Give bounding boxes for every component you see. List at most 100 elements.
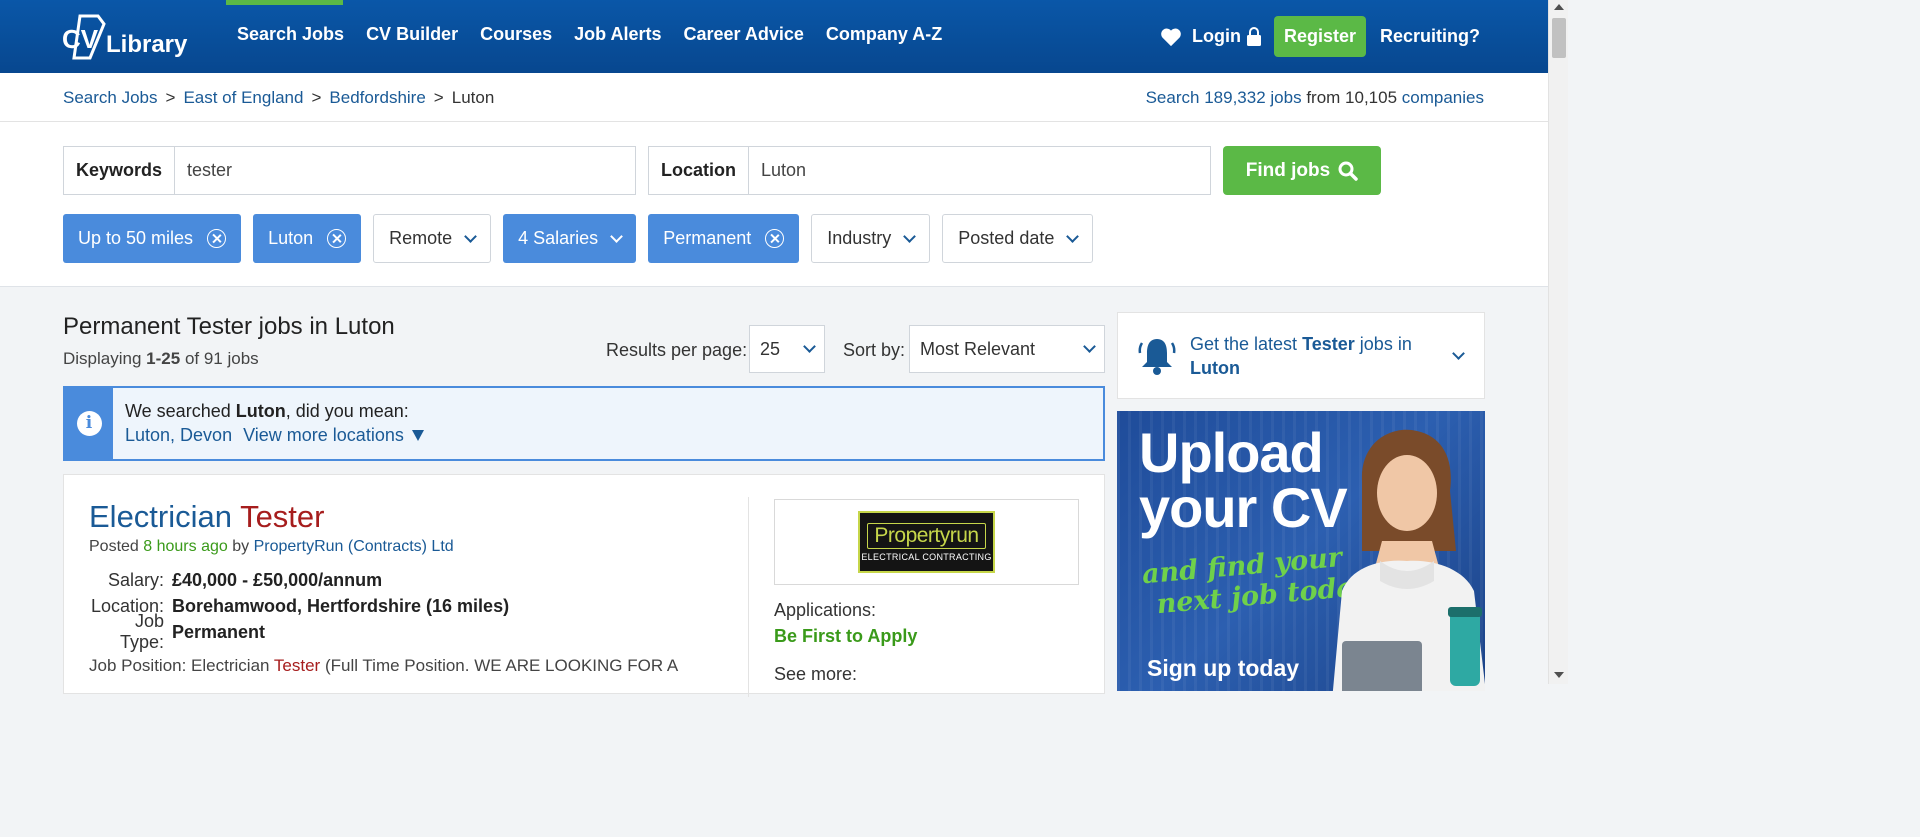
desc-highlight: Tester [273, 656, 321, 675]
job-alert-text[interactable]: Get the latest Tester jobs in Luton [1190, 332, 1435, 380]
desc-suffix: (Full Time Position. WE ARE LOOKING FOR … [324, 656, 679, 675]
site-stats: Search 189,332 jobs from 10,105 companie… [1146, 88, 1484, 108]
location-field[interactable]: Location Luton [648, 146, 1211, 195]
info-strip: i [65, 388, 113, 459]
chevron-down-icon [1083, 340, 1096, 353]
remove-icon[interactable] [207, 229, 227, 248]
stats-mid: from 10,105 [1306, 88, 1398, 107]
job-title[interactable]: Electrician Tester [89, 499, 324, 535]
remove-icon[interactable] [765, 229, 785, 248]
job-title-main[interactable]: Electrician [89, 499, 232, 534]
alert-term: Tester [1302, 334, 1355, 354]
filter-remote-label: Remote [389, 228, 453, 248]
company-logo[interactable]: Propertyrun ELECTRICAL CONTRACTING [858, 511, 995, 573]
heart-icon[interactable] [1160, 27, 1182, 47]
scroll-up-icon[interactable] [1554, 4, 1564, 10]
scroll-down-icon[interactable] [1554, 672, 1564, 678]
job-title-highlight[interactable]: Tester [240, 499, 324, 534]
view-more-locations-link[interactable]: View more locations [243, 425, 404, 445]
nav-job-alerts[interactable]: Job Alerts [574, 24, 661, 45]
nav-cv-builder[interactable]: CV Builder [366, 24, 458, 45]
nav-search-jobs[interactable]: Search Jobs [237, 24, 344, 45]
company-link[interactable]: PropertyRun (Contracts) Ltd [254, 538, 454, 555]
breadcrumb-search-jobs[interactable]: Search Jobs [63, 88, 158, 107]
keywords-field[interactable]: Keywords tester [63, 146, 636, 195]
company-logo-box[interactable]: Propertyrun ELECTRICAL CONTRACTING [774, 499, 1079, 585]
posted-ago: 8 hours ago [143, 538, 228, 555]
did-you-mean-options: Luton, Devon View more locations [125, 425, 424, 446]
salary-label: Salary: [107, 569, 164, 590]
did-you-mean-suffix: , did you mean: [285, 401, 409, 421]
login-link[interactable]: Login [1192, 26, 1241, 47]
main-nav: Search Jobs CV Builder Courses Job Alert… [237, 24, 964, 45]
find-jobs-button[interactable]: Find jobs [1223, 146, 1381, 195]
see-more-label: See more: [774, 664, 858, 684]
results-range: 1-25 [146, 349, 181, 368]
suggestion-luton-devon[interactable]: Luton, Devon [125, 425, 232, 445]
company-logo-sub: ELECTRICAL CONTRACTING [861, 551, 992, 562]
location-input[interactable]: Luton [749, 160, 806, 181]
did-you-mean-term: Luton [235, 401, 286, 421]
nav-career-advice[interactable]: Career Advice [683, 24, 803, 45]
did-you-mean-text: We searched Luton, did you mean: [125, 401, 409, 422]
filter-posted-date[interactable]: Posted date [942, 214, 1094, 263]
posted-by: by [232, 538, 250, 555]
filter-job-type[interactable]: Permanent [648, 214, 800, 263]
filter-posted-date-label: Posted date [958, 228, 1055, 248]
stats-companies-link[interactable]: companies [1402, 88, 1484, 107]
stats-search-prefix[interactable]: Search [1146, 88, 1200, 107]
register-button[interactable]: Register [1273, 16, 1367, 57]
job-posted: Posted 8 hours ago by PropertyRun (Contr… [89, 538, 454, 556]
filter-salaries[interactable]: 4 Salaries [503, 214, 637, 263]
alert-place: Luton [1190, 358, 1240, 378]
active-nav-indicator [226, 0, 343, 5]
results-count-prefix: Displaying [63, 349, 142, 368]
bell-icon [1138, 339, 1176, 375]
page-scrollbar[interactable] [1548, 0, 1568, 684]
ad-cta[interactable]: Sign up today [1147, 655, 1299, 682]
triangle-down-icon[interactable] [411, 430, 424, 441]
search-icon [1338, 161, 1358, 181]
chevron-down-icon [1066, 229, 1080, 243]
svg-text:Library: Library [106, 31, 188, 58]
cv-library-logo[interactable]: CV Library [60, 10, 200, 64]
keywords-input[interactable]: tester [175, 160, 232, 181]
job-card: Electrician Tester Posted 8 hours ago by… [63, 474, 1105, 697]
nav-company-a-z[interactable]: Company A-Z [826, 24, 942, 45]
job-description: Job Position: Electrician Tester (Full T… [89, 656, 678, 676]
breadcrumb-east-of-england[interactable]: East of England [183, 88, 303, 107]
breadcrumb-current: Luton [451, 88, 495, 107]
job-type-row: Job Type: Permanent [89, 611, 509, 652]
results-total: of 91 jobs [184, 349, 259, 368]
upload-cv-ad[interactable]: Upload your CV and find your next job to… [1117, 411, 1485, 691]
results-title: Permanent Tester jobs in Luton [63, 313, 395, 340]
ad-headline: Upload your CV [1139, 425, 1348, 536]
scrollbar-thumb[interactable] [1552, 18, 1566, 58]
svg-text:CV: CV [62, 24, 99, 54]
find-jobs-label: Find jobs [1245, 159, 1331, 181]
filter-salaries-label: 4 Salaries [518, 228, 599, 248]
breadcrumb-bedfordshire[interactable]: Bedfordshire [329, 88, 425, 107]
applications-value: Be First to Apply [774, 626, 918, 646]
filter-industry[interactable]: Industry [811, 214, 931, 263]
stats-jobs-count[interactable]: 189,332 jobs [1204, 88, 1301, 107]
chevron-down-icon [464, 229, 478, 243]
chevron-down-icon [903, 229, 917, 243]
top-navigation-bar: CV Library Search Jobs CV Builder Course… [0, 0, 1548, 73]
job-details: Salary: £40,000 - £50,000/annum Location:… [89, 567, 509, 653]
search-panel: Keywords tester Location Luton Find jobs… [0, 122, 1548, 287]
recruiting-link[interactable]: Recruiting? [1380, 26, 1480, 47]
nav-courses[interactable]: Courses [480, 24, 552, 45]
lock-icon [1246, 26, 1261, 46]
results-per-page-select[interactable]: 25 [749, 325, 825, 373]
filter-location[interactable]: Luton [253, 214, 362, 263]
keywords-label: Keywords [64, 147, 176, 194]
chevron-down-icon[interactable] [1452, 347, 1465, 360]
filter-remote[interactable]: Remote [373, 214, 492, 263]
filter-distance[interactable]: Up to 50 miles [63, 214, 242, 263]
info-icon: i [76, 411, 102, 436]
remove-icon[interactable] [327, 229, 347, 248]
header-actions: Login Register Recruiting? [1160, 16, 1480, 57]
job-alert-box[interactable]: Get the latest Tester jobs in Luton [1117, 312, 1485, 399]
sort-select[interactable]: Most Relevant [909, 325, 1105, 373]
